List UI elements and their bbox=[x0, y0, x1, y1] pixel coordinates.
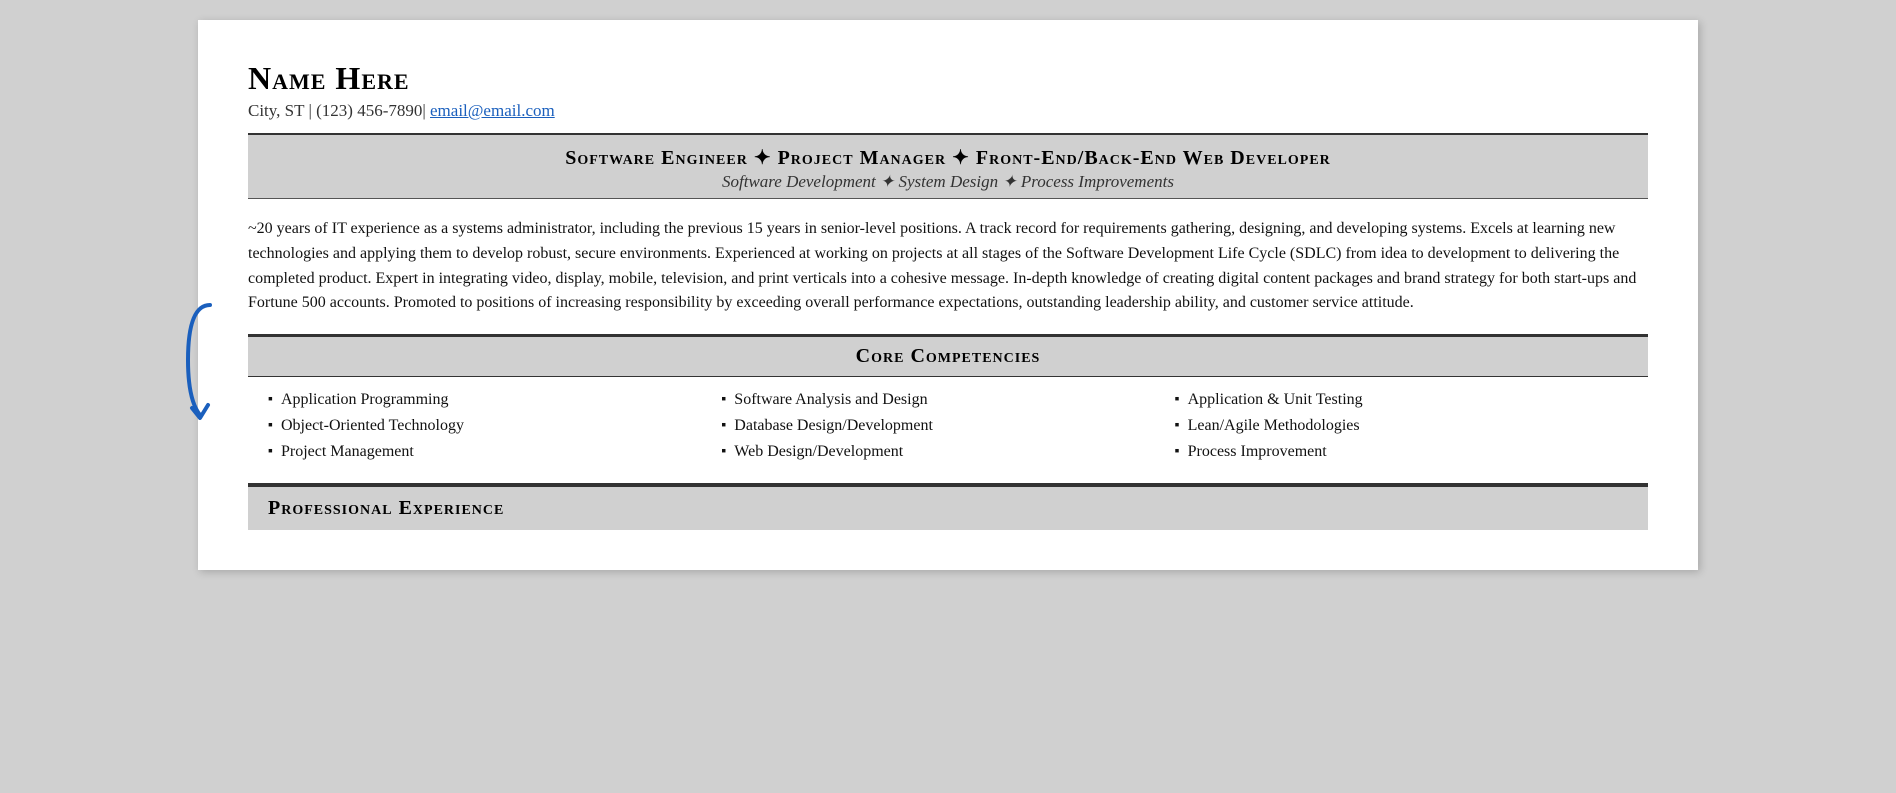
title-banner: Software Engineer ✦ Project Manager ✦ Fr… bbox=[248, 133, 1648, 199]
list-item-text: Web Design/Development bbox=[734, 443, 903, 461]
list-item-text: Application Programming bbox=[281, 391, 449, 409]
list-item-text: Database Design/Development bbox=[734, 417, 933, 435]
email-link[interactable]: email@email.com bbox=[430, 101, 555, 120]
contact-text: City, ST | (123) 456-7890| bbox=[248, 101, 426, 120]
list-item: Application Programming bbox=[268, 391, 721, 409]
resume-document: Name Here City, ST | (123) 456-7890| ema… bbox=[198, 20, 1698, 570]
core-competencies-header: Core Competencies bbox=[248, 334, 1648, 377]
list-item: Lean/Agile Methodologies bbox=[1175, 417, 1628, 435]
competencies-col-1: Application Programming Object-Oriented … bbox=[268, 391, 721, 469]
title-main: Software Engineer ✦ Project Manager ✦ Fr… bbox=[268, 145, 1628, 170]
resume-name: Name Here bbox=[248, 60, 1648, 97]
list-item: Database Design/Development bbox=[721, 417, 1174, 435]
competencies-col-2: Software Analysis and Design Database De… bbox=[721, 391, 1174, 469]
summary-text: ~20 years of IT experience as a systems … bbox=[248, 217, 1648, 316]
summary-section: ~20 years of IT experience as a systems … bbox=[248, 199, 1648, 334]
list-item-text: Process Improvement bbox=[1188, 443, 1327, 461]
list-item-text: Lean/Agile Methodologies bbox=[1188, 417, 1360, 435]
list-item: Project Management bbox=[268, 443, 721, 461]
list-item-text: Object-Oriented Technology bbox=[281, 417, 464, 435]
list-item-text: Application & Unit Testing bbox=[1188, 391, 1363, 409]
list-item: Application & Unit Testing bbox=[1175, 391, 1628, 409]
professional-experience-header: Professional Experience bbox=[248, 485, 1648, 530]
list-item-text: Project Management bbox=[281, 443, 414, 461]
contact-info: City, ST | (123) 456-7890| email@email.c… bbox=[248, 101, 1648, 121]
list-item: Software Analysis and Design bbox=[721, 391, 1174, 409]
annotation-arrow bbox=[180, 300, 220, 420]
list-item: Web Design/Development bbox=[721, 443, 1174, 461]
header-section: Name Here City, ST | (123) 456-7890| ema… bbox=[248, 60, 1648, 121]
list-item: Object-Oriented Technology bbox=[268, 417, 721, 435]
list-item: Process Improvement bbox=[1175, 443, 1628, 461]
title-sub: Software Development ✦ System Design ✦ P… bbox=[268, 172, 1628, 192]
competencies-grid: Application Programming Object-Oriented … bbox=[248, 377, 1648, 485]
list-item-text: Software Analysis and Design bbox=[734, 391, 927, 409]
competencies-col-3: Application & Unit Testing Lean/Agile Me… bbox=[1175, 391, 1628, 469]
